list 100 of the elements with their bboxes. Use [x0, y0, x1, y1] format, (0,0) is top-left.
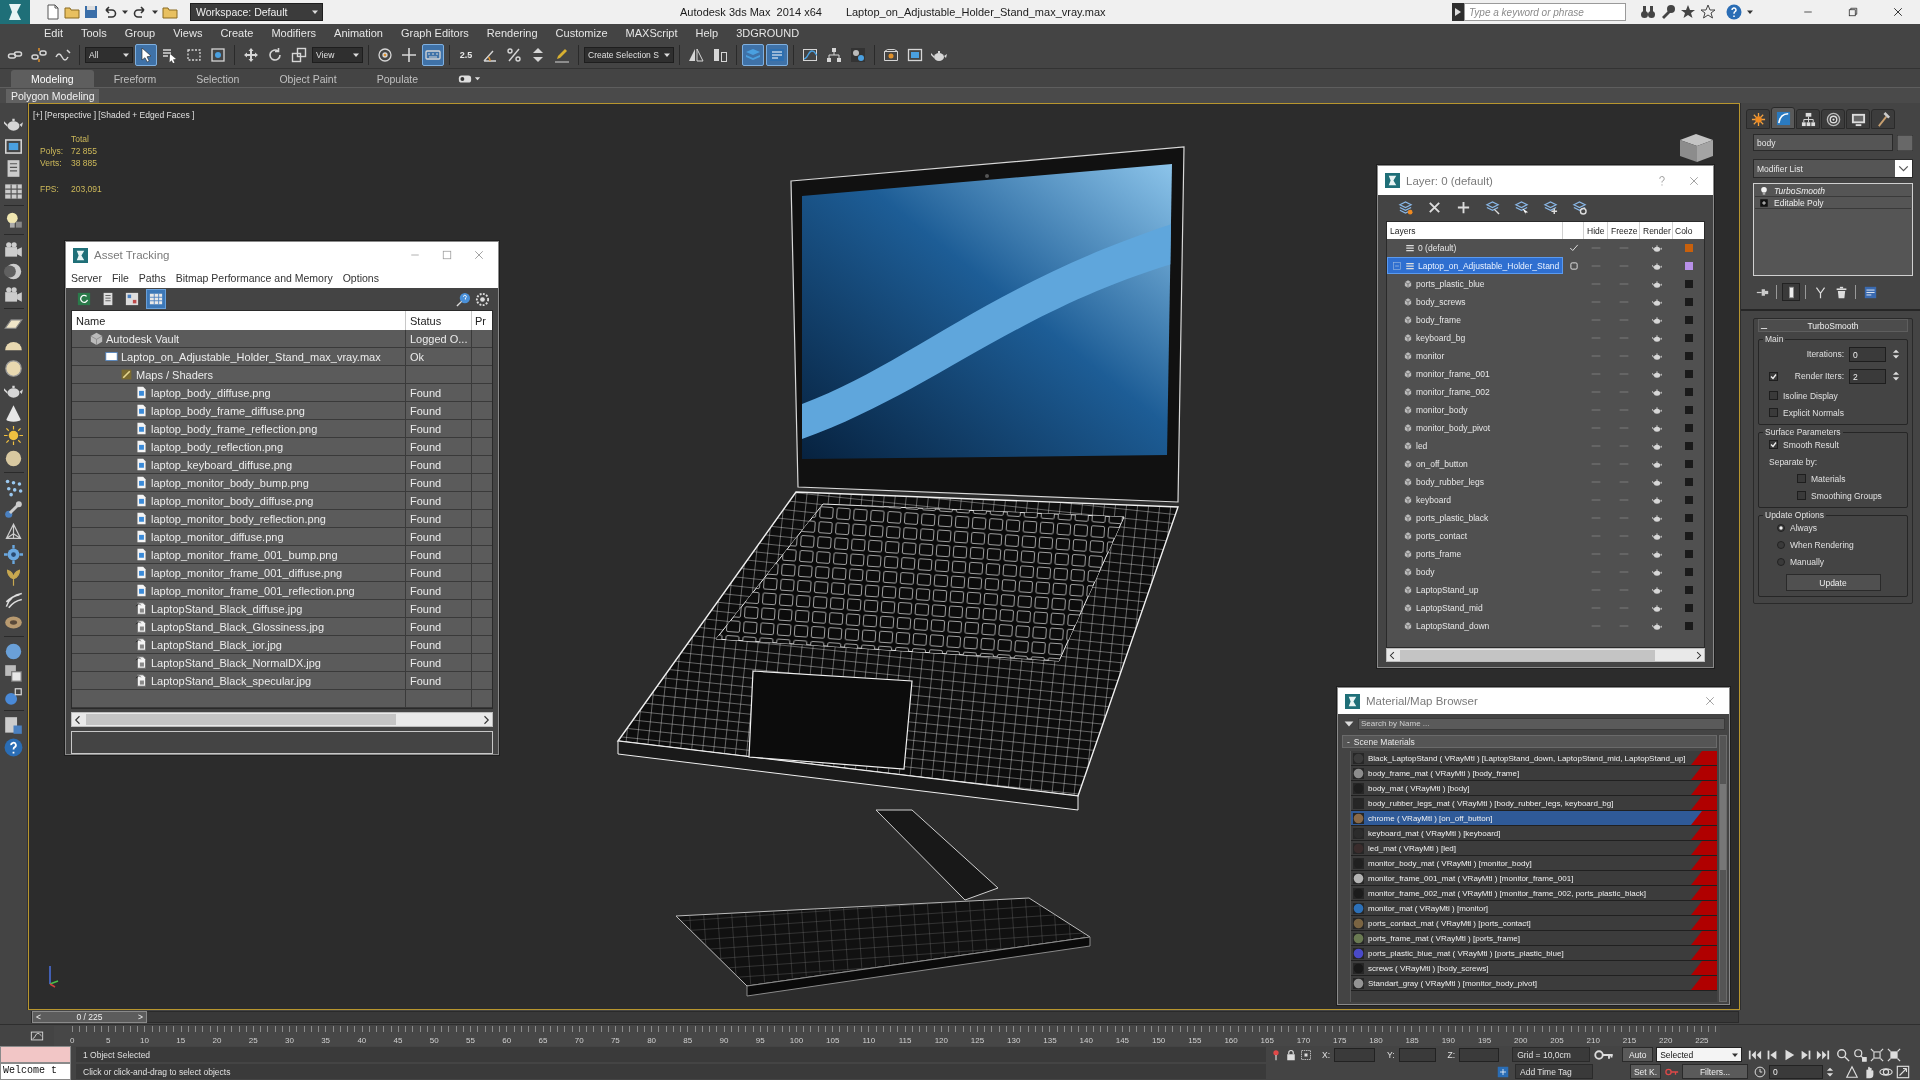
binoculars-icon[interactable] — [1640, 4, 1656, 20]
search-field[interactable]: Type a keyword or phrase — [1464, 3, 1626, 21]
teapot-icon[interactable] — [1651, 351, 1662, 361]
asset-item[interactable]: laptop_body_frame_diffuse.png — [135, 404, 305, 417]
teapot-icon[interactable] — [1651, 405, 1662, 415]
menu-item[interactable]: Help — [686, 26, 728, 39]
checkbox-label[interactable]: Smoothing Groups — [1811, 490, 1882, 501]
stack-item[interactable]: TurboSmooth — [1755, 185, 1911, 197]
dashed-ring-icon[interactable] — [475, 291, 490, 307]
asset-item[interactable]: LaptopStand_Black_ior.jpg — [135, 638, 282, 651]
radio-button[interactable] — [1777, 540, 1785, 549]
column-header[interactable]: Freeze — [1608, 222, 1640, 239]
crescent-sphere-icon[interactable] — [4, 262, 23, 281]
material-item[interactable]: Black_LaptopStand ( VRayMtl ) [LaptopStand_down, LaptopStand_mid, LaptopStand_up] — [1351, 751, 1717, 766]
color-swatch-icon[interactable] — [1684, 352, 1693, 360]
caret-icon[interactable] — [311, 8, 319, 16]
layer-item[interactable]: LaptopStand_down — [1387, 617, 1563, 634]
checkbox[interactable] — [1769, 440, 1778, 449]
color-swatch-icon[interactable] — [1684, 334, 1693, 342]
toolbar-dropdown[interactable]: View — [312, 46, 363, 63]
teapot-icon[interactable] — [1651, 459, 1662, 469]
checkbox-label[interactable]: Materials — [1811, 473, 1846, 484]
star-outline-icon[interactable] — [1700, 4, 1716, 20]
coordinate-field[interactable] — [1334, 1047, 1376, 1062]
checkbox[interactable] — [1769, 408, 1778, 417]
table-icon[interactable] — [4, 181, 23, 201]
teapot-icon[interactable] — [1651, 243, 1662, 253]
color-swatch-icon[interactable] — [1897, 134, 1913, 151]
sun-icon[interactable] — [4, 426, 23, 445]
menu-item[interactable]: Paths — [138, 272, 166, 284]
layer-item[interactable]: led — [1387, 437, 1563, 454]
spinner-arrows-icon[interactable] — [1891, 371, 1901, 381]
spinner-field[interactable]: 0 — [1849, 346, 1886, 362]
disc-icon[interactable] — [4, 358, 23, 378]
modifier-list-dropdown[interactable]: Modifier List — [1753, 159, 1913, 178]
color-swatch-icon[interactable] — [1684, 586, 1693, 594]
group-header[interactable]: - Scene Materials — [1342, 735, 1717, 748]
teapot-icon[interactable] — [1651, 441, 1662, 451]
restore-icon[interactable] — [1846, 6, 1859, 18]
material-item[interactable]: led_mat ( VRayMtl ) [led] — [1351, 841, 1717, 856]
menu-item[interactable]: Server — [71, 272, 102, 284]
checkbox[interactable] — [1769, 391, 1778, 400]
key-mode-dropdown[interactable]: Selected — [1656, 1047, 1743, 1062]
time-slider-track[interactable]: < 0 / 225 > — [31, 1011, 1739, 1023]
teapot-icon[interactable] — [1651, 585, 1662, 595]
teapot-icon[interactable] — [1651, 495, 1662, 505]
caret-icon[interactable] — [1895, 160, 1912, 177]
open-folder-icon[interactable] — [64, 4, 80, 20]
material-item[interactable]: Standart_gray ( VRayMtl ) [monitor_body_pivot] — [1351, 976, 1717, 991]
coordinate-field[interactable] — [1398, 1047, 1436, 1062]
ribbon-tab[interactable]: Modeling — [11, 70, 94, 87]
layer-item[interactable]: LaptopStand_mid — [1387, 599, 1563, 616]
asset-item[interactable]: laptop_monitor_frame_001_reflection.png — [135, 584, 355, 597]
caret-icon[interactable] — [151, 8, 159, 16]
layer-item[interactable]: ports_plastic_black — [1387, 509, 1563, 526]
undo-icon[interactable] — [102, 4, 118, 20]
radio-button[interactable] — [1777, 557, 1785, 566]
viewcube-icon[interactable] — [1680, 134, 1713, 162]
gear-icon[interactable] — [4, 545, 23, 564]
teapot-icon[interactable] — [1651, 477, 1662, 487]
radio-label[interactable]: When Rendering — [1790, 539, 1854, 550]
viewport-menu[interactable]: [Perspective ] — [44, 110, 97, 120]
material-item[interactable]: ports_contact_mat ( VRayMtl ) [ports_contact] — [1351, 916, 1717, 931]
material-item[interactable]: monitor_frame_002_mat ( VRayMtl ) [monitor_frame_002, ports_plastic_black] — [1351, 886, 1717, 901]
spinner-arrows-icon[interactable] — [1891, 349, 1901, 359]
coordinate-field[interactable] — [1459, 1047, 1500, 1062]
ribbon-panel-tab[interactable]: Polygon Modeling — [6, 88, 100, 103]
teapot-icon[interactable] — [1651, 297, 1662, 307]
material-item[interactable]: chrome ( VRayMtl ) [on_off_button] — [1351, 811, 1717, 826]
menu-item[interactable]: Animation — [325, 26, 392, 39]
checkbox[interactable] — [1797, 474, 1806, 483]
color-swatch-icon[interactable] — [1684, 622, 1693, 630]
color-swatch-icon[interactable] — [1684, 496, 1693, 504]
document-box-icon[interactable] — [4, 715, 23, 735]
asset-item[interactable]: laptop_body_diffuse.png — [135, 386, 271, 399]
checkmark-icon[interactable] — [1568, 243, 1579, 253]
scrollbar-thumb[interactable] — [1400, 649, 1655, 661]
layers-ring-icon[interactable] — [1572, 199, 1587, 215]
selection-lock-icon[interactable] — [1300, 1048, 1312, 1061]
layers-cursor-icon[interactable] — [1514, 199, 1529, 215]
close-icon[interactable] — [1891, 6, 1904, 18]
update-button[interactable]: Update — [1785, 574, 1881, 591]
listener-output-field[interactable]: Welcome t — [0, 1063, 71, 1080]
zoom-extents-icon[interactable] — [1870, 1047, 1885, 1062]
material-item[interactable]: monitor_frame_001_mat ( VRayMtl ) [monitor_frame_001] — [1351, 871, 1717, 886]
teapot-icon[interactable] — [1651, 387, 1662, 397]
teapot-icon[interactable] — [1651, 513, 1662, 523]
help-icon[interactable] — [4, 738, 23, 757]
vertical-scrollbar[interactable] — [1719, 735, 1727, 1002]
caret-icon[interactable] — [474, 75, 482, 82]
layer-item[interactable]: ports_frame — [1387, 545, 1563, 562]
color-swatch-icon[interactable] — [1684, 280, 1693, 288]
menu-item[interactable]: Graph Editors — [391, 26, 478, 39]
radio-button[interactable] — [1777, 523, 1785, 532]
asset-item[interactable]: LaptopStand_Black_diffuse.jpg — [135, 602, 303, 615]
layer-item[interactable]: body_rubber_legs — [1387, 473, 1563, 490]
asset-item[interactable]: laptop_monitor_diffuse.png — [135, 530, 284, 543]
menu-item[interactable]: Views — [164, 26, 212, 39]
plant-icon[interactable] — [4, 567, 23, 587]
field-of-view-icon[interactable] — [1845, 1064, 1859, 1079]
